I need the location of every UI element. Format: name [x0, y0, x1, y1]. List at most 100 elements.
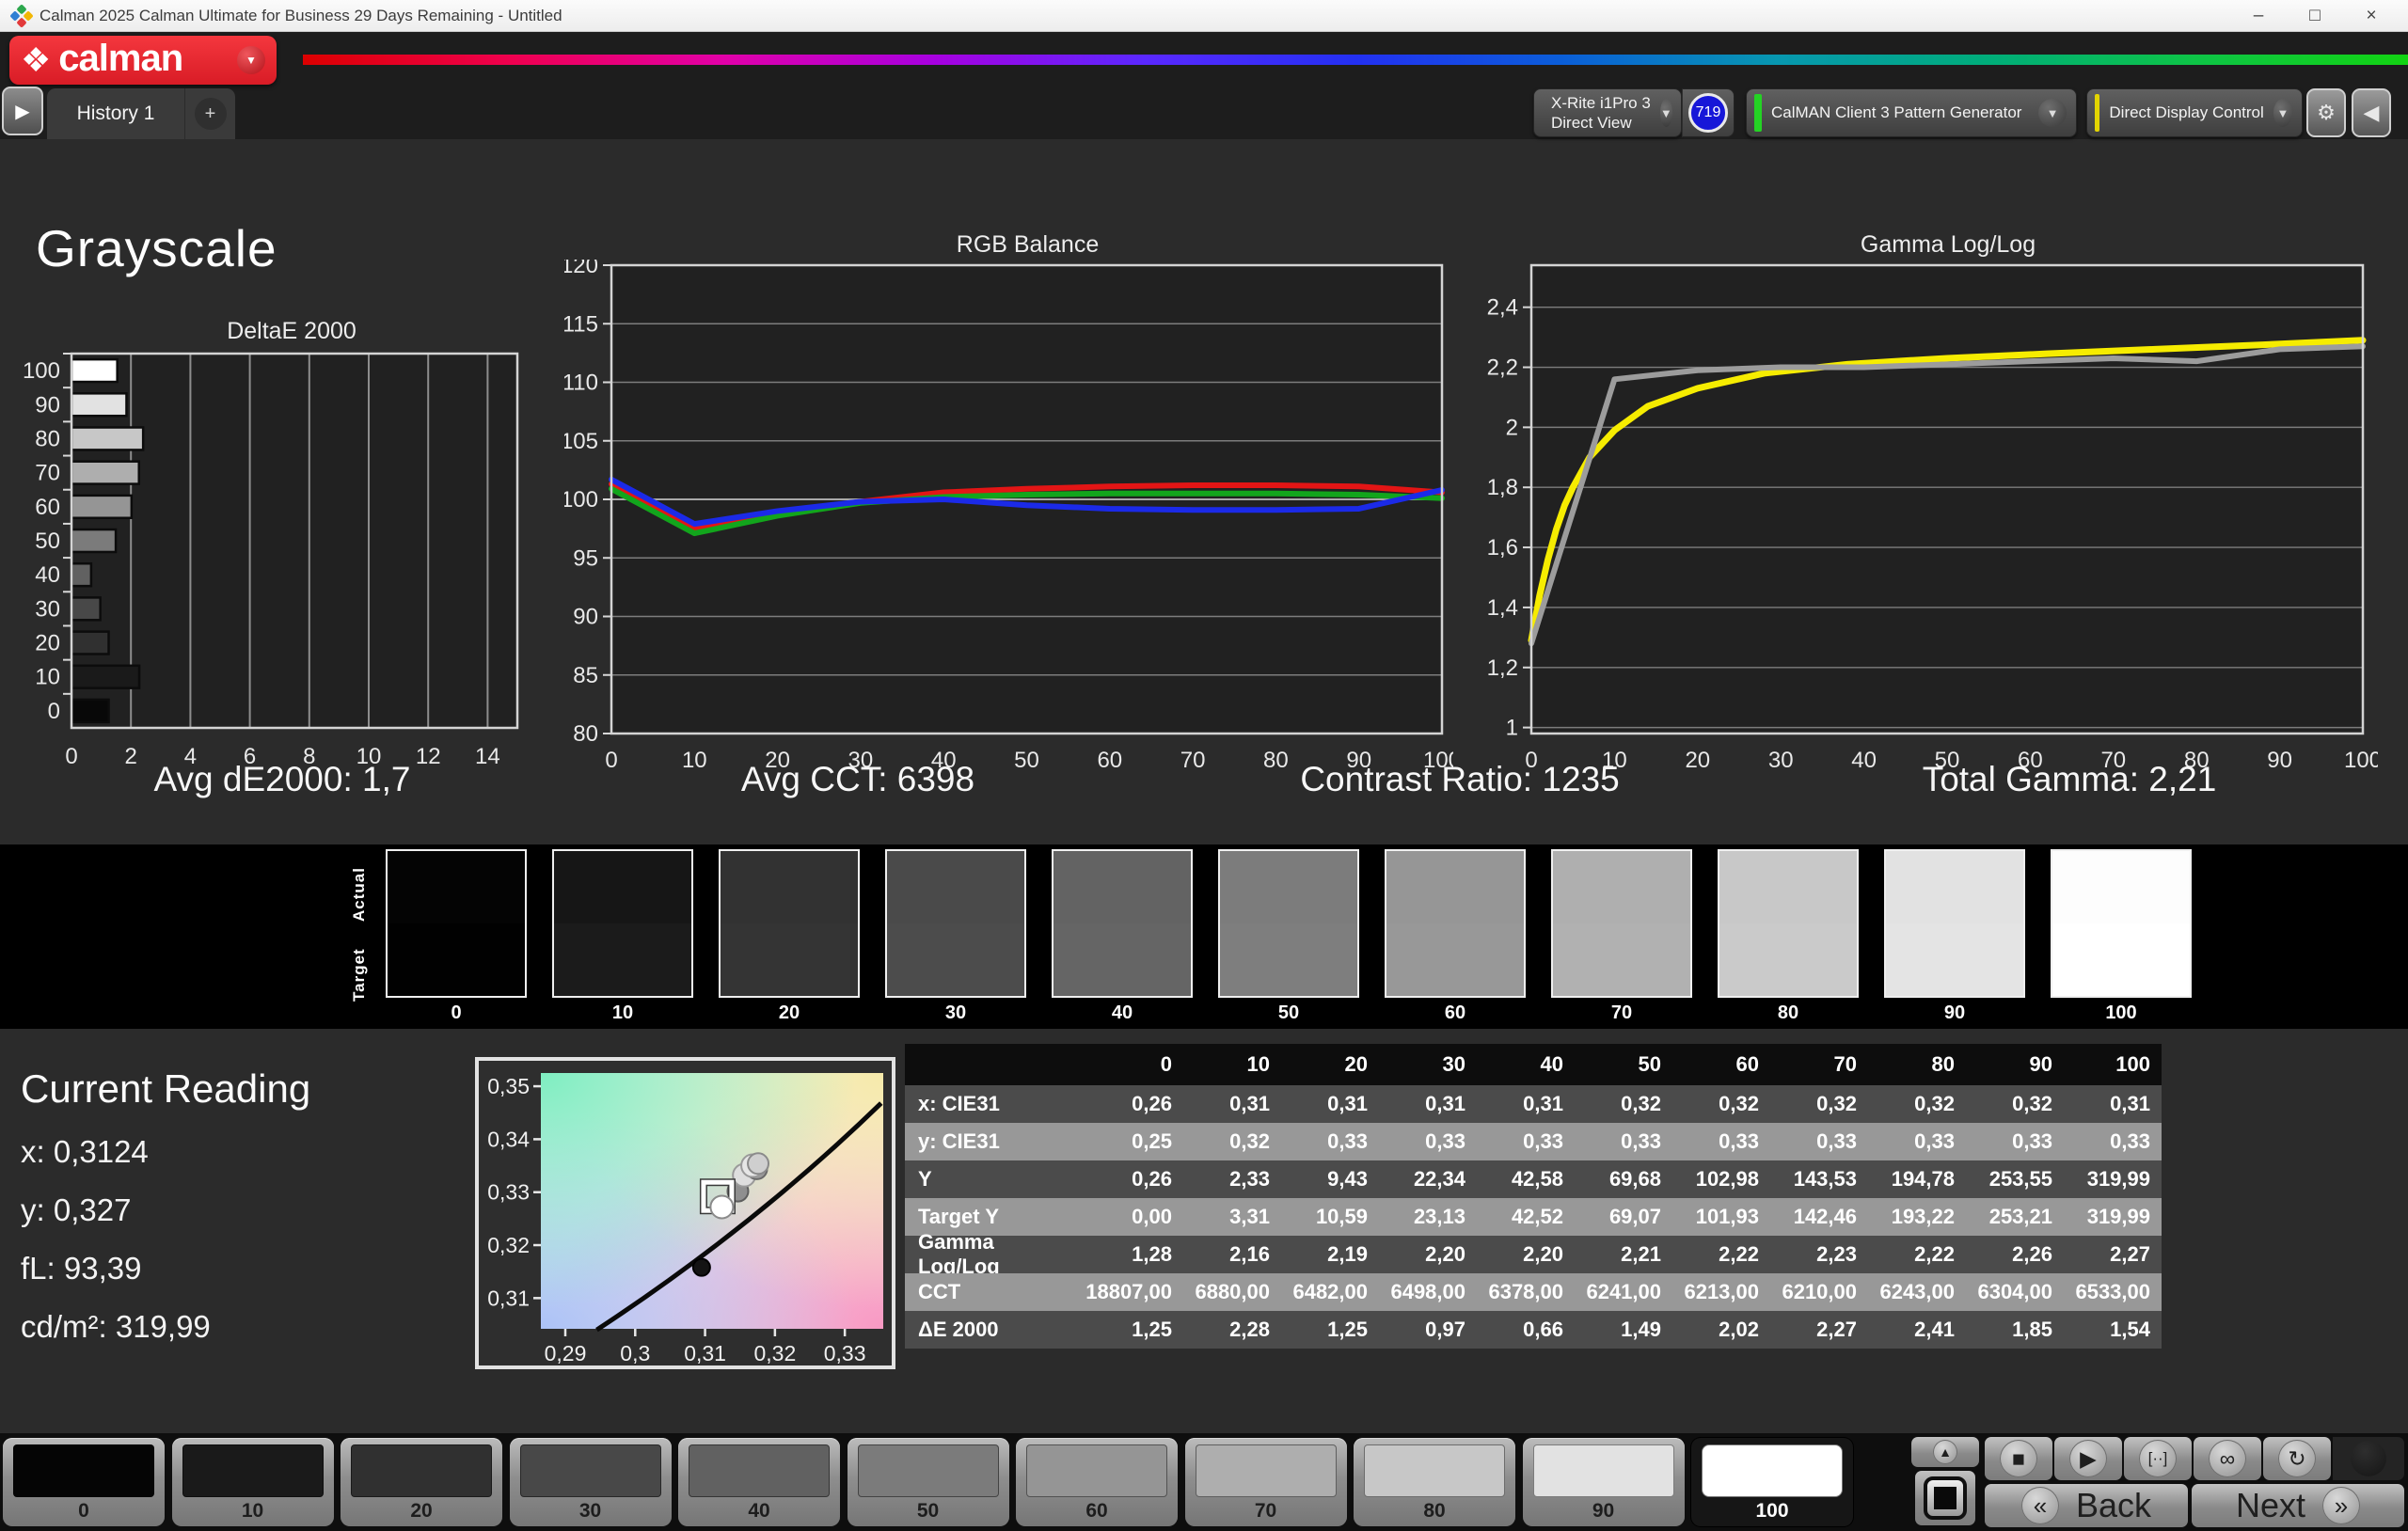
display-control-dropdown[interactable]: Direct Display Control ▼ [2086, 88, 2303, 137]
svg-text:2: 2 [125, 744, 137, 769]
grayscale-swatch-band: Actual Target 0102030405060708090100 [0, 844, 2408, 1029]
maximize-button[interactable]: □ [2301, 6, 2329, 26]
pattern-panel-up-button[interactable]: ▲ [1911, 1437, 1979, 1467]
meter-mode: Direct View [1551, 114, 1632, 132]
continuous-read-button[interactable]: ∞ [2194, 1437, 2261, 1480]
table-col-header-10: 10 [1183, 1044, 1281, 1085]
current-reading-cdm2: cd/m²: 319,99 [21, 1309, 211, 1345]
svg-text:105: 105 [564, 429, 598, 454]
table-value-cell: 2,22 [1868, 1236, 1966, 1273]
table-value-cell: 10,59 [1281, 1198, 1379, 1236]
pattern-level-button-20[interactable]: 20 [341, 1438, 502, 1526]
gamma-chart-title: Gamma Log/Log [1531, 231, 2365, 259]
avg-cct-stat: Avg CCT: 6398 [741, 760, 974, 799]
pattern-level-label: 10 [172, 1500, 334, 1523]
pattern-level-label: 20 [341, 1500, 502, 1523]
actual-swatch-half [1220, 851, 1357, 923]
tab-history-1[interactable]: History 1 [47, 88, 184, 139]
table-value-cell: 6243,00 [1868, 1273, 1966, 1311]
chevron-down-icon: ▼ [2273, 99, 2292, 127]
svg-text:70: 70 [35, 461, 60, 486]
table-row-label: y: CIE31 [905, 1123, 1085, 1160]
swatch-level-label: 90 [1884, 1002, 2025, 1024]
pattern-level-swatch [1533, 1444, 1674, 1497]
pattern-level-button-40[interactable]: 40 [678, 1438, 840, 1526]
pattern-level-label: 0 [3, 1500, 165, 1523]
next-button[interactable]: Next » [2192, 1484, 2404, 1527]
pattern-level-button-60[interactable]: 60 [1016, 1438, 1178, 1526]
table-col-header-100: 100 [2064, 1044, 2162, 1085]
minimize-button[interactable]: – [2244, 6, 2273, 26]
svg-text:110: 110 [564, 371, 598, 396]
svg-text:20: 20 [1685, 748, 1710, 773]
close-button[interactable]: × [2357, 6, 2385, 26]
table-value-cell: 0,66 [1477, 1311, 1575, 1349]
table-value-cell: 0,31 [1379, 1085, 1477, 1123]
stop-button[interactable]: ■ [1985, 1437, 2052, 1480]
table-value-cell: 0,33 [1966, 1123, 2064, 1160]
rgb-balance-chart-title: RGB Balance [611, 231, 1444, 259]
grayscale-swatch-40 [1052, 849, 1193, 998]
svg-text:0: 0 [65, 744, 77, 769]
table-value-cell: 0,32 [1183, 1123, 1281, 1160]
pattern-level-label: 70 [1185, 1500, 1347, 1523]
swatch-level-label: 70 [1551, 1002, 1692, 1024]
current-reading-fl: fL: 93,39 [21, 1251, 141, 1286]
pattern-generator-dropdown[interactable]: CalMAN Client 3 Pattern Generator ▼ [1746, 88, 2077, 137]
pattern-level-button-80[interactable]: 80 [1354, 1438, 1515, 1526]
svg-text:0,33: 0,33 [824, 1341, 866, 1365]
expand-panel-button[interactable]: ▶ [2, 87, 43, 135]
meter-dropdown[interactable]: X-Rite i1Pro 3 Direct View ▼ [1533, 88, 1682, 137]
table-value-cell: 0,26 [1085, 1085, 1183, 1123]
pattern-level-button-50[interactable]: 50 [848, 1438, 1009, 1526]
cie-chart: 0,350,340,330,320,310,290,30,310,320,33 [475, 1057, 895, 1369]
table-row-label: Gamma Log/Log [905, 1236, 1085, 1273]
svg-text:80: 80 [573, 721, 598, 747]
pattern-level-swatch [1196, 1444, 1337, 1497]
pattern-level-button-90[interactable]: 90 [1523, 1438, 1685, 1526]
actual-label: Actual [350, 854, 371, 935]
pattern-level-swatch [520, 1444, 661, 1497]
table-value-cell: 0,33 [1575, 1123, 1672, 1160]
target-swatch-half [1220, 923, 1357, 996]
pattern-level-button-0[interactable]: 0 [3, 1438, 165, 1526]
svg-text:80: 80 [1263, 748, 1289, 773]
calman-menu-button[interactable]: ❖ calman ▼ [9, 36, 277, 85]
pattern-level-label: 80 [1354, 1500, 1515, 1523]
display-control-status-indicator [2095, 94, 2099, 132]
table-row-label: x: CIE31 [905, 1085, 1085, 1123]
pattern-level-button-10[interactable]: 10 [172, 1438, 334, 1526]
table-value-cell: 102,98 [1672, 1160, 1770, 1198]
cie-chart-plot: 0,350,340,330,320,310,290,30,310,320,33 [479, 1061, 899, 1373]
svg-text:1,2: 1,2 [1487, 655, 1518, 681]
chevron-left-icon: ◀ [2364, 101, 2380, 125]
play-icon: ▶ [2069, 1440, 2107, 1477]
back-button[interactable]: « Back [1985, 1484, 2188, 1527]
collapse-toolbar-button[interactable]: ◀ [2352, 88, 2391, 137]
gamma-chart-plot: 11,21,41,61,822,22,401020304050607080901… [1484, 260, 2378, 784]
svg-text:2: 2 [1506, 415, 1518, 440]
svg-text:0: 0 [605, 748, 617, 773]
pattern-window-button[interactable] [1915, 1471, 1975, 1525]
pattern-level-button-30[interactable]: 30 [510, 1438, 672, 1526]
svg-text:115: 115 [564, 311, 598, 337]
table-value-cell: 0,33 [1477, 1123, 1575, 1160]
refresh-button[interactable]: ↻ [2263, 1437, 2331, 1480]
window-titlebar: Calman 2025 Calman Ultimate for Business… [0, 0, 2408, 32]
add-tab-button[interactable]: + [184, 88, 235, 139]
settings-button[interactable]: ⚙ [2306, 88, 2346, 137]
chevron-right-icon: ▶ [15, 100, 29, 123]
swatch-level-label: 100 [2051, 1002, 2192, 1024]
table-col-header-50: 50 [1575, 1044, 1672, 1085]
table-value-cell: 1,54 [2064, 1311, 2162, 1349]
table-value-cell: 69,68 [1575, 1160, 1672, 1198]
actual-swatch-half [2052, 851, 2190, 923]
target-swatch-half [721, 923, 858, 996]
table-corner-cell [905, 1044, 1085, 1085]
pattern-level-button-70[interactable]: 70 [1185, 1438, 1347, 1526]
pattern-size-button[interactable]: [··] [2124, 1437, 2192, 1480]
actual-swatch-half [721, 851, 858, 923]
play-button[interactable]: ▶ [2054, 1437, 2122, 1480]
pattern-level-button-100[interactable]: 100 [1691, 1438, 1853, 1526]
pattern-generator-status-indicator [1754, 94, 1762, 132]
